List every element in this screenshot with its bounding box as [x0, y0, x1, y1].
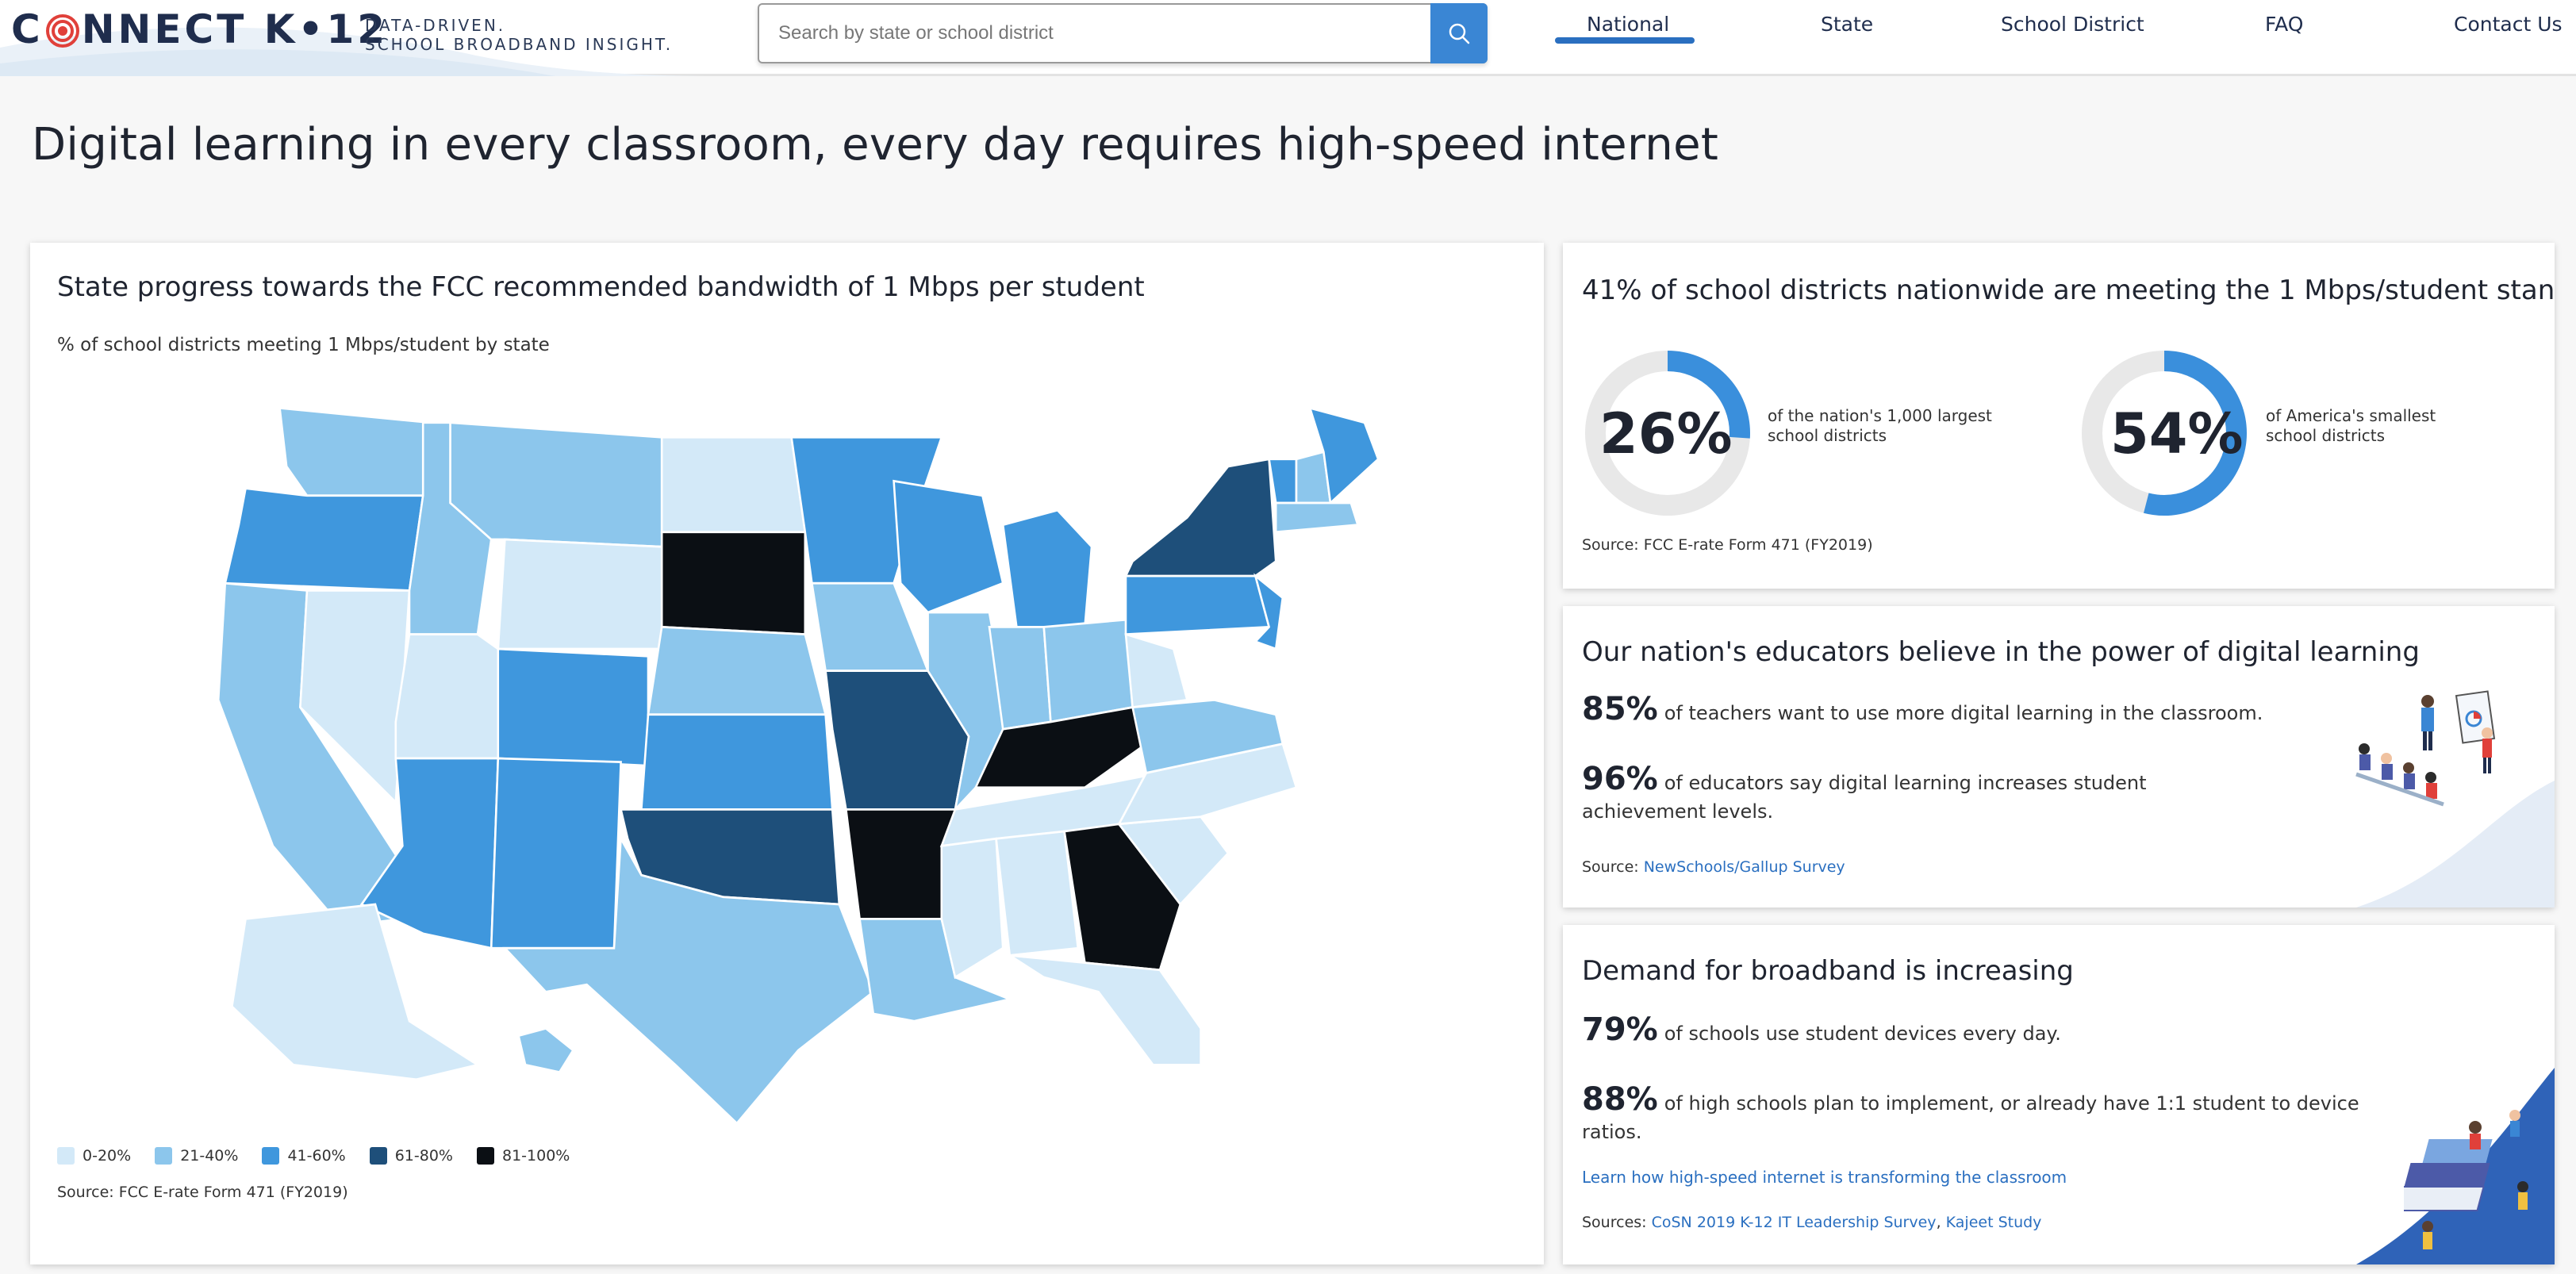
- tagline-line-1: DATA-DRIVEN.: [365, 16, 506, 35]
- map-source: Source: FCC E-rate Form 471 (FY2019): [57, 1184, 348, 1201]
- state-wv[interactable]: [1124, 632, 1189, 709]
- one-to-one-stat: 88% of high schools plan to implement, or…: [1582, 1084, 2375, 1146]
- legend-label: 0-20%: [83, 1147, 132, 1165]
- state-wy[interactable]: [497, 538, 663, 650]
- nav-state[interactable]: State: [1821, 13, 1873, 36]
- demand-sources-prefix: Sources:: [1582, 1214, 1652, 1231]
- state-or[interactable]: [224, 487, 424, 592]
- educators-stat: 96% of educators say digital learning inc…: [1582, 763, 2264, 826]
- teachers-stat-value: 85%: [1582, 691, 1658, 727]
- tagline: DATA-DRIVEN. SCHOOL BROADBAND INSIGHT.: [365, 16, 673, 54]
- state-mt[interactable]: [449, 421, 663, 548]
- state-sd[interactable]: [660, 531, 807, 636]
- demand-card-title: Demand for broadband is increasing: [1582, 955, 2074, 987]
- us-state-map: [217, 406, 1380, 1125]
- legend-swatch: [155, 1147, 173, 1165]
- demand-sources: Sources: CoSN 2019 K-12 IT Leadership Su…: [1582, 1214, 2041, 1231]
- state-ar[interactable]: [844, 808, 957, 920]
- map-legend: 0-20% 21-40% 41-60% 61-80% 81-100%: [57, 1147, 570, 1165]
- educators-source: Source: NewSchools/Gallup Survey: [1582, 858, 1845, 876]
- one-to-one-stat-text: of high schools plan to implement, or al…: [1582, 1092, 2359, 1143]
- newschools-gallup-link[interactable]: NewSchools/Gallup Survey: [1644, 858, 1845, 876]
- largest-districts-percent: 26%: [1599, 401, 1733, 466]
- legend-item: 21-40%: [155, 1147, 238, 1165]
- teachers-stat: 85% of teachers want to use more digital …: [1582, 693, 2264, 727]
- kajeet-study-link[interactable]: Kajeet Study: [1946, 1214, 2042, 1231]
- educators-card-title: Our nation's educators believe in the po…: [1582, 636, 2420, 668]
- state-mi[interactable]: [1001, 508, 1093, 628]
- nav-active-indicator: [1555, 37, 1695, 44]
- smallest-districts-percent: 54%: [2110, 401, 2244, 466]
- legend-label: 41-60%: [287, 1147, 346, 1165]
- state-nd[interactable]: [660, 436, 807, 534]
- learn-more-link[interactable]: Learn how high-speed internet is transfo…: [1582, 1168, 2067, 1187]
- legend-label: 81-100%: [501, 1147, 570, 1165]
- state-ne[interactable]: [647, 625, 827, 716]
- state-nm[interactable]: [489, 757, 622, 950]
- devices-illustration: [2404, 1110, 2528, 1249]
- broadband-demand-card: Demand for broadband is increasing 79% of…: [1563, 925, 2555, 1264]
- legend-label: 21-40%: [180, 1147, 239, 1165]
- search-button[interactable]: [1430, 3, 1488, 63]
- nav-national[interactable]: National: [1587, 13, 1669, 36]
- state-ma[interactable]: [1274, 501, 1360, 534]
- nav-contact-us[interactable]: Contact Us: [2454, 13, 2563, 36]
- nav-faq[interactable]: FAQ: [2265, 13, 2303, 36]
- student-devices-stat-text: of schools use student devices every day…: [1664, 1023, 2061, 1045]
- state-hi[interactable]: [517, 1026, 575, 1074]
- state-ut[interactable]: [394, 633, 500, 760]
- tagline-line-2: SCHOOL BROADBAND INSIGHT.: [365, 35, 674, 54]
- page-title: Digital learning in every classroom, eve…: [32, 119, 1719, 171]
- demand-sources-separator: ,: [1936, 1214, 1946, 1231]
- connect-k12-logo[interactable]: C NNECT K•12: [11, 6, 388, 52]
- legend-label: 61-80%: [394, 1147, 453, 1165]
- state-vt[interactable]: [1268, 458, 1298, 505]
- largest-districts-description: of the nation's 1,000 largest school dis…: [1768, 406, 1992, 445]
- state-ny[interactable]: [1123, 458, 1277, 578]
- legend-item: 0-20%: [57, 1147, 131, 1165]
- state-ia[interactable]: [810, 581, 930, 672]
- map-card-title: State progress towards the FCC recommend…: [57, 271, 1145, 303]
- state-ms[interactable]: [940, 837, 1004, 980]
- state-wa[interactable]: [278, 406, 432, 497]
- legend-swatch: [57, 1147, 75, 1165]
- map-card-subtitle: % of school districts meeting 1 Mbps/stu…: [57, 335, 550, 355]
- classroom-illustration: [2355, 690, 2496, 807]
- state-ks[interactable]: [640, 713, 834, 811]
- cosn-survey-link[interactable]: CoSN 2019 K-12 IT Leadership Survey: [1652, 1214, 1937, 1231]
- state-progress-card: State progress towards the FCC recommend…: [30, 243, 1544, 1264]
- search-box: [758, 3, 1488, 63]
- legend-swatch: [369, 1147, 387, 1165]
- legend-item: 81-100%: [476, 1147, 570, 1165]
- state-fl[interactable]: [1009, 954, 1202, 1066]
- learn-more-link-text[interactable]: Learn how high-speed internet is transfo…: [1582, 1168, 2067, 1187]
- districts-card-title: 41% of school districts nationwide are m…: [1582, 274, 2555, 306]
- search-input[interactable]: [759, 5, 1432, 62]
- educators-source-prefix: Source:: [1582, 858, 1644, 876]
- teachers-stat-text: of teachers want to use more digital lea…: [1664, 702, 2263, 724]
- legend-item: 41-60%: [262, 1147, 346, 1165]
- legend-item: 61-80%: [369, 1147, 453, 1165]
- state-co[interactable]: [497, 647, 650, 767]
- site-header: C NNECT K•12 DATA-DRIVEN. SCHOOL BROADBA…: [0, 0, 2576, 76]
- legend-swatch: [262, 1147, 280, 1165]
- state-wi[interactable]: [893, 479, 1004, 614]
- one-to-one-stat-value: 88%: [1582, 1081, 1658, 1118]
- signal-o-icon: [45, 14, 79, 48]
- student-devices-stat-value: 79%: [1582, 1011, 1658, 1048]
- student-devices-stat: 79% of schools use student devices every …: [1582, 1014, 2344, 1048]
- legend-swatch: [476, 1147, 494, 1165]
- state-oh[interactable]: [1042, 618, 1134, 723]
- educators-stat-text: of educators say digital learning increa…: [1582, 772, 2147, 823]
- state-al[interactable]: [995, 830, 1080, 957]
- search-icon: [1449, 23, 1470, 44]
- nav-school-district[interactable]: School District: [2001, 13, 2144, 36]
- districts-source: Source: FCC E-rate Form 471 (FY2019): [1582, 536, 1873, 554]
- smallest-districts-description: of America's smallest school districts: [2266, 406, 2436, 445]
- educators-card: Our nation's educators believe in the po…: [1563, 606, 2555, 908]
- educators-stat-value: 96%: [1582, 761, 1658, 797]
- state-pa[interactable]: [1124, 574, 1271, 636]
- districts-meeting-standard-card: 41% of school districts nationwide are m…: [1563, 243, 2555, 589]
